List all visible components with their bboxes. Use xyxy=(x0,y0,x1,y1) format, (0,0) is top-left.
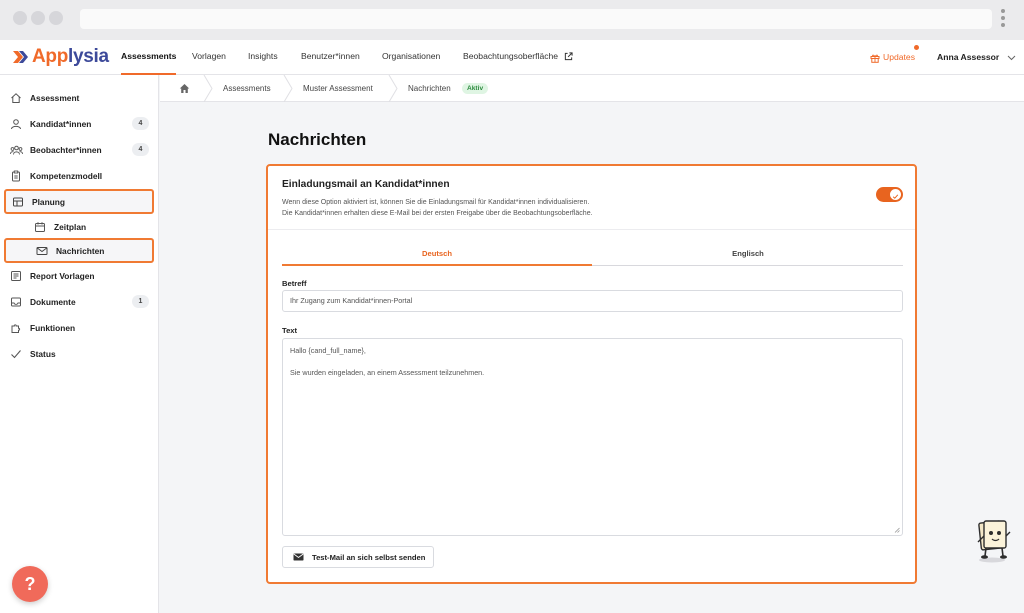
window-dot xyxy=(13,11,27,25)
toggle-knob xyxy=(890,189,901,200)
card-title: Einladungsmail an Kandidat*innen xyxy=(282,179,450,190)
updates-label: Updates xyxy=(883,52,916,62)
logo-chevrons-icon xyxy=(13,51,28,63)
sidebar-item-assessment[interactable]: Assessment xyxy=(4,85,154,110)
crumb-separator-icon xyxy=(283,75,293,102)
home-icon[interactable] xyxy=(179,83,190,94)
status-badge: Aktiv xyxy=(462,83,489,94)
logo-text-b: lysia xyxy=(68,46,109,67)
mail-icon xyxy=(35,244,49,258)
browser-chrome xyxy=(0,0,1024,40)
sidebar-item-nachrichten[interactable]: Nachrichten xyxy=(4,238,154,263)
nav-organisationen[interactable]: Organisationen xyxy=(382,40,440,75)
chevron-down-icon xyxy=(1007,55,1015,60)
page-title: Nachrichten xyxy=(268,130,367,149)
sidebar-item-label: Beobachter*innen xyxy=(30,144,102,155)
send-test-mail-button[interactable]: Test-Mail an sich selbst senden xyxy=(282,546,434,568)
sidebar: Assessment Kandidat*innen 4 Beobachter*i… xyxy=(0,75,159,613)
subject-label: Betreff xyxy=(282,279,307,288)
mail-text-line: Hallo {cand_full_name}, xyxy=(290,346,366,355)
crumb-separator-icon xyxy=(388,75,398,102)
sidebar-item-label: Assessment xyxy=(30,92,80,103)
updates-badge xyxy=(914,45,919,50)
gift-icon xyxy=(870,54,880,63)
nav-assessments[interactable]: Assessments xyxy=(121,40,177,75)
sidebar-item-label: Planung xyxy=(32,196,66,207)
nav-insights[interactable]: Insights xyxy=(248,40,278,75)
help-button[interactable]: ? xyxy=(12,566,48,602)
crumb-nachrichten[interactable]: Nachrichten xyxy=(408,75,451,102)
sidebar-item-label: Report Vorlagen xyxy=(30,270,95,281)
group-icon xyxy=(9,143,23,157)
crumb-assessments[interactable]: Assessments xyxy=(223,75,271,102)
card-description-line: Wenn diese Option aktiviert ist, können … xyxy=(282,199,590,206)
address-bar[interactable] xyxy=(80,9,992,29)
sidebar-item-dokumente[interactable]: Dokumente 1 xyxy=(4,289,154,314)
nav-benutzer[interactable]: Benutzer*innen xyxy=(301,40,360,75)
sidebar-item-label: Nachrichten xyxy=(56,245,105,256)
logo-text-a: App xyxy=(32,46,69,67)
tab-englisch[interactable]: Englisch xyxy=(593,244,903,266)
breadcrumb: Assessments Muster Assessment Nachrichte… xyxy=(160,75,1024,102)
tab-deutsch[interactable]: Deutsch xyxy=(282,244,592,266)
card-description-line: Die Kandidat*innen erhalten diese E-Mail… xyxy=(282,210,593,217)
top-navigation: Applysia Assessments Vorlagen Insights B… xyxy=(0,40,1024,75)
language-tabs: Deutsch Englisch xyxy=(282,244,903,266)
resize-handle-icon[interactable] xyxy=(894,527,900,533)
mail-text-line: Sie wurden eingeladen, an einem Assessme… xyxy=(290,368,485,377)
check-icon xyxy=(892,194,899,199)
updates-button[interactable]: Updates xyxy=(870,40,919,75)
send-test-mail-label: Test-Mail an sich selbst senden xyxy=(312,552,426,562)
clipboard-icon xyxy=(9,169,23,183)
sidebar-item-kompetenzmodell[interactable]: Kompetenzmodell xyxy=(4,163,154,188)
sidebar-item-zeitplan[interactable]: Zeitplan xyxy=(4,214,154,239)
nav-vorlagen[interactable]: Vorlagen xyxy=(192,40,226,75)
crumb-separator-icon xyxy=(203,75,213,102)
envelope-icon xyxy=(293,553,304,561)
invitation-mail-card: Einladungsmail an Kandidat*innen Wenn di… xyxy=(266,164,917,584)
inbox-icon xyxy=(9,295,23,309)
invitation-mail-toggle[interactable] xyxy=(876,187,903,202)
calendar-icon xyxy=(33,220,47,234)
nav-beobachtungsoberflaeche[interactable]: Beobachtungsoberfläche xyxy=(463,40,574,75)
sidebar-item-label: Kompetenzmodell xyxy=(30,170,103,181)
card-description: Wenn diese Option aktiviert ist, können … xyxy=(282,197,593,219)
report-icon xyxy=(9,269,23,283)
sidebar-item-label: Dokumente xyxy=(30,296,76,307)
window-dot xyxy=(31,11,45,25)
check-icon xyxy=(9,347,23,361)
count-badge: 4 xyxy=(132,143,149,156)
users-icon xyxy=(9,117,23,131)
puzzle-icon xyxy=(9,321,23,335)
nav-beobachtungsoberflaeche-label: Beobachtungsoberfläche xyxy=(463,51,559,61)
sidebar-item-kandidatinnen[interactable]: Kandidat*innen 4 xyxy=(4,111,154,136)
sidebar-item-funktionen[interactable]: Funktionen xyxy=(4,315,154,340)
home-icon xyxy=(9,91,23,105)
sidebar-item-label: Kandidat*innen xyxy=(30,118,92,129)
app: Applysia Assessments Vorlagen Insights B… xyxy=(0,40,1024,613)
external-link-icon xyxy=(565,52,574,61)
text-label: Text xyxy=(282,326,298,335)
sidebar-item-report-vorlagen[interactable]: Report Vorlagen xyxy=(4,263,154,288)
mascot-illustration[interactable] xyxy=(972,518,1012,563)
user-name: Anna Assessor xyxy=(937,52,1000,62)
sidebar-item-label: Zeitplan xyxy=(54,221,87,232)
layout-icon xyxy=(11,195,25,209)
browser-menu-icon[interactable] xyxy=(1000,9,1006,31)
count-badge: 1 xyxy=(132,295,149,308)
subject-input[interactable]: Ihr Zugang zum Kandidat*innen-Portal xyxy=(282,290,903,312)
sidebar-item-beobachterinnen[interactable]: Beobachter*innen 4 xyxy=(4,137,154,162)
crumb-muster-assessment[interactable]: Muster Assessment xyxy=(303,75,373,102)
card-header: Einladungsmail an Kandidat*innen Wenn di… xyxy=(268,166,915,230)
applysia-logo[interactable]: Applysia xyxy=(12,45,109,69)
sidebar-item-label: Status xyxy=(30,348,56,359)
mail-text-area[interactable]: Hallo {cand_full_name}, Sie wurden einge… xyxy=(282,338,903,536)
sidebar-item-status[interactable]: Status xyxy=(4,341,154,366)
count-badge: 4 xyxy=(132,117,149,130)
sidebar-item-planung[interactable]: Planung xyxy=(4,189,154,214)
sidebar-item-label: Funktionen xyxy=(30,322,76,333)
window-dot xyxy=(49,11,63,25)
user-menu[interactable]: Anna Assessor xyxy=(937,40,1016,75)
